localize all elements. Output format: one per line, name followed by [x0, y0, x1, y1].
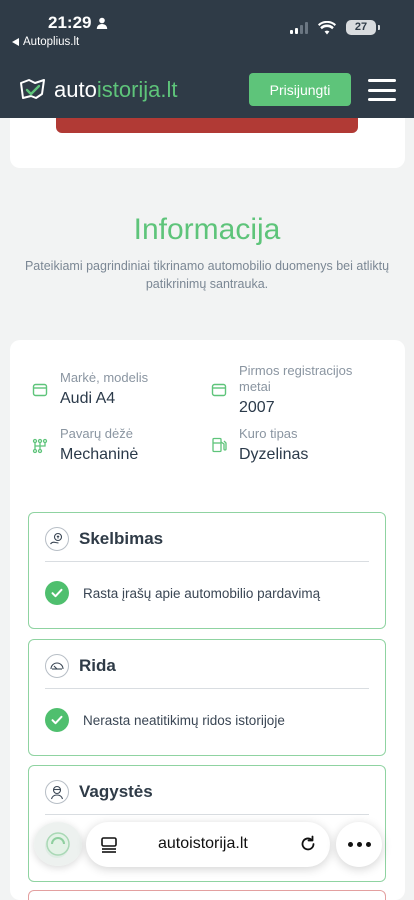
logo-car-icon — [20, 79, 45, 99]
car-icon — [32, 383, 48, 397]
site-header: auto istorija.lt Prisijungti — [0, 64, 414, 118]
fuel-icon — [212, 437, 227, 453]
battery-icon: 27 — [346, 20, 380, 35]
browser-address-bar[interactable]: autoistorija.lt — [86, 822, 330, 867]
person-icon — [97, 17, 108, 29]
hamburger-menu-icon[interactable] — [368, 79, 396, 101]
more-options-button[interactable] — [336, 822, 382, 867]
wifi-icon — [318, 20, 336, 34]
field-make-model: Markė, modelis Audi A4 — [32, 370, 192, 408]
check-success-icon — [45, 708, 69, 732]
tabs-icon[interactable] — [100, 836, 118, 854]
check-success-icon — [45, 581, 69, 605]
section-title: Informacija — [133, 213, 281, 246]
listing-icon — [45, 527, 69, 551]
odometer-icon — [45, 654, 69, 678]
status-time: 21:29 — [48, 13, 108, 33]
check-card-listing[interactable]: Skelbimas Rasta įrašų apie automobilio p… — [28, 512, 386, 629]
site-logo[interactable]: auto istorija.lt — [18, 77, 178, 103]
field-fuel: Kuro tipas Dyzelinas — [211, 426, 381, 464]
check-card-next[interactable] — [28, 890, 386, 900]
previous-card-action-button[interactable] — [56, 118, 358, 133]
status-bar: 21:29 Autoplius.lt 27 — [0, 0, 414, 64]
cellular-signal-icon — [290, 21, 308, 34]
back-to-app-link[interactable]: Autoplius.lt — [12, 36, 79, 48]
reload-icon[interactable] — [298, 834, 318, 854]
login-button[interactable]: Prisijungti — [249, 73, 351, 106]
section-subtitle: Pateikiami pagrindiniai tikrinamo automo… — [24, 259, 390, 291]
calendar-icon — [211, 383, 227, 397]
status-indicators: 27 — [290, 20, 380, 35]
url-text: autoistorija.lt — [158, 835, 248, 852]
gearbox-icon — [32, 438, 48, 454]
floating-assistant-button[interactable] — [34, 822, 82, 866]
field-first-registration: Pirmos registracijos metai 2007 — [211, 363, 381, 417]
divider — [45, 814, 369, 815]
field-gearbox: Pavarų dėžė Mechaninė — [32, 426, 192, 464]
divider — [45, 688, 369, 689]
divider — [45, 561, 369, 562]
back-triangle-icon — [12, 38, 19, 46]
thief-icon — [45, 780, 69, 804]
assistant-icon — [46, 832, 70, 856]
check-card-mileage[interactable]: Rida Nerasta neatitikimų ridos istorijoj… — [28, 639, 386, 756]
